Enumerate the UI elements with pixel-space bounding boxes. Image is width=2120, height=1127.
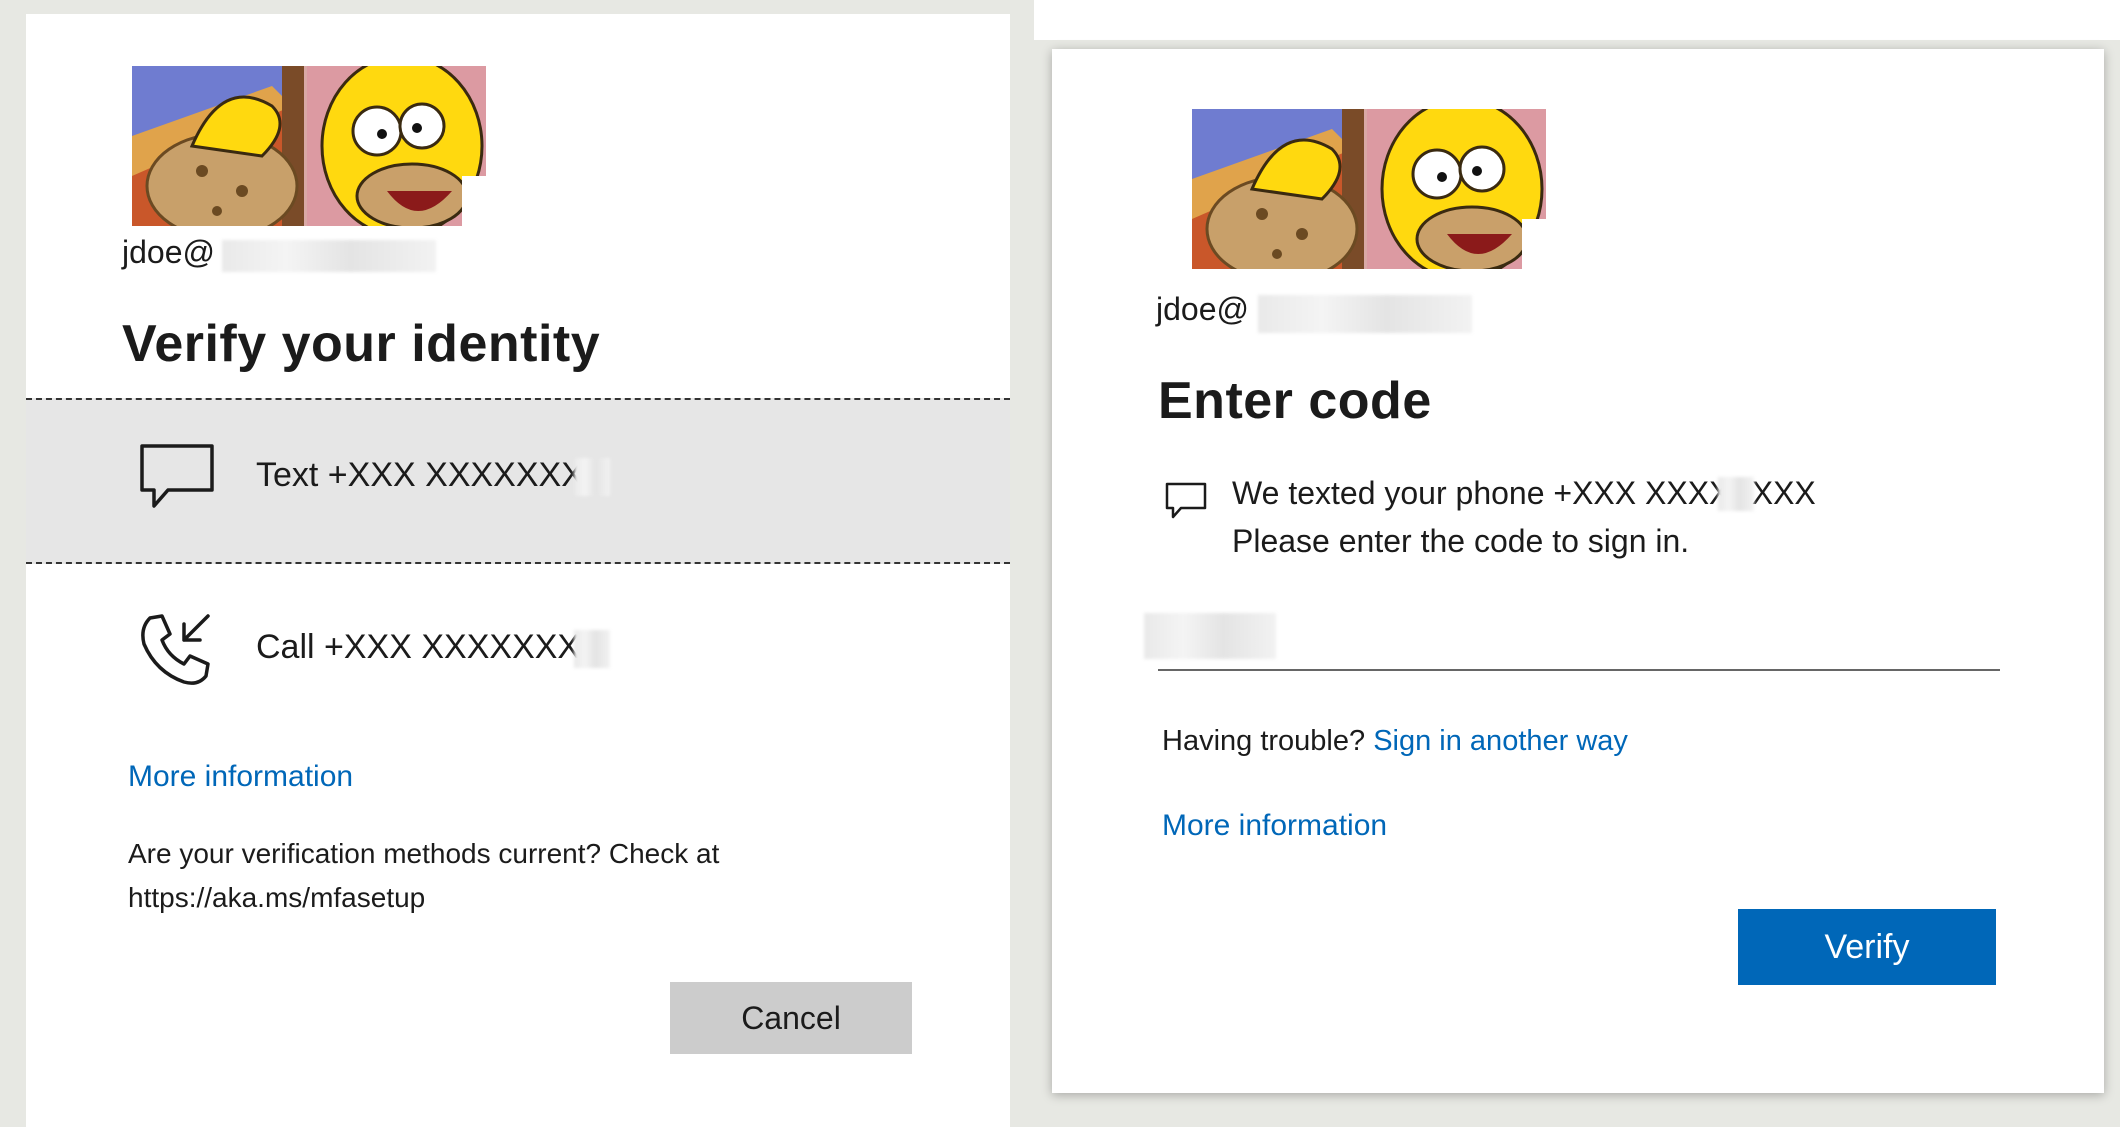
account-prefix: jdoe@ (122, 234, 215, 270)
enter-code-dialog: jdoe@ Enter code We texted your phone +X… (1052, 49, 2104, 1093)
option-text-label: Text +XXX XXXXXXXX (256, 456, 607, 494)
background-strip (1034, 0, 2120, 40)
page-title: Verify your identity (122, 315, 601, 373)
more-information-link[interactable]: More information (128, 760, 353, 794)
account-email: jdoe@ (1156, 291, 1249, 328)
redacted-phone-digit (574, 458, 610, 496)
trouble-row: Having trouble? Sign in another way (1162, 725, 1628, 758)
phone-incoming-icon (136, 610, 216, 695)
redacted-phone-digit (574, 630, 610, 668)
redacted-email-domain (1258, 295, 1472, 333)
chat-bubble-icon (138, 442, 216, 517)
option-text-sms[interactable]: Text +XXX XXXXXXXX (26, 398, 1010, 564)
redacted-phone-digit (1718, 477, 1754, 511)
banner-image (132, 66, 486, 226)
option-call-label: Call +XXX XXXXXXXX (256, 628, 603, 666)
code-input[interactable] (1158, 605, 2000, 671)
notice-line-1: Are your verification methods current? C… (128, 838, 720, 869)
verify-button[interactable]: Verify (1738, 909, 1996, 985)
account-prefix: jdoe@ (1156, 291, 1249, 327)
message-line-2: Please enter the code to sign in. (1232, 523, 1690, 559)
trouble-text: Having trouble? (1162, 725, 1366, 757)
banner-image (1192, 109, 1546, 269)
verify-identity-dialog: jdoe@ Verify your identity Text +XXX XXX… (26, 14, 1010, 1127)
page-title: Enter code (1158, 372, 1432, 430)
option-call[interactable]: Call +XXX XXXXXXXX (26, 562, 1010, 724)
cancel-button[interactable]: Cancel (670, 982, 912, 1054)
sign-in-another-way-link[interactable]: Sign in another way (1373, 725, 1628, 757)
chat-bubble-icon (1164, 481, 1208, 526)
account-email: jdoe@ (122, 234, 215, 271)
redacted-email-domain (222, 240, 436, 272)
more-information-link[interactable]: More information (1162, 809, 1387, 843)
notice-url: https://aka.ms/mfasetup (128, 882, 426, 913)
verification-notice: Are your verification methods current? C… (128, 832, 719, 920)
redacted-code-value (1144, 613, 1276, 659)
